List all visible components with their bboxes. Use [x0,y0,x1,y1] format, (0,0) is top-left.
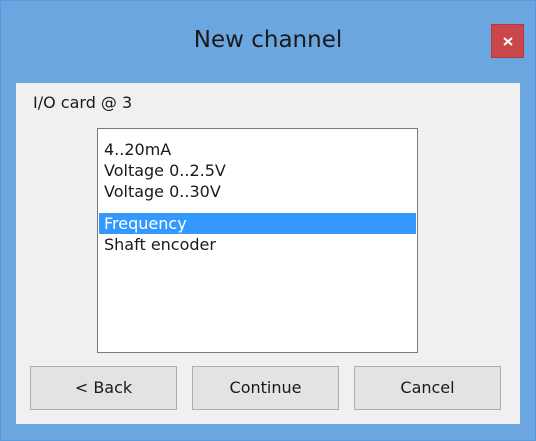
title-bar[interactable]: New channel [1,1,535,83]
cancel-button[interactable]: Cancel [354,366,501,410]
back-button[interactable]: < Back [30,366,177,410]
close-icon [503,37,513,46]
window-title: New channel [193,27,343,53]
list-item-voltage-0-30v[interactable]: Voltage 0..30V [99,181,416,202]
list-item-voltage-0-2-5v[interactable]: Voltage 0..2.5V [99,160,416,181]
list-item-frequency[interactable]: Frequency [99,213,416,234]
io-card-label: I/O card @ 3 [33,93,133,112]
list-item-4-20ma[interactable]: 4..20mA [99,139,416,160]
new-channel-dialog: New channel I/O card @ 3 4..20mA Voltage… [0,0,536,441]
continue-button[interactable]: Continue [192,366,339,410]
close-button[interactable] [491,24,524,58]
channel-type-list[interactable]: 4..20mA Voltage 0..2.5V Voltage 0..30V F… [97,128,418,353]
list-item-shaft-encoder[interactable]: Shaft encoder [99,234,416,255]
